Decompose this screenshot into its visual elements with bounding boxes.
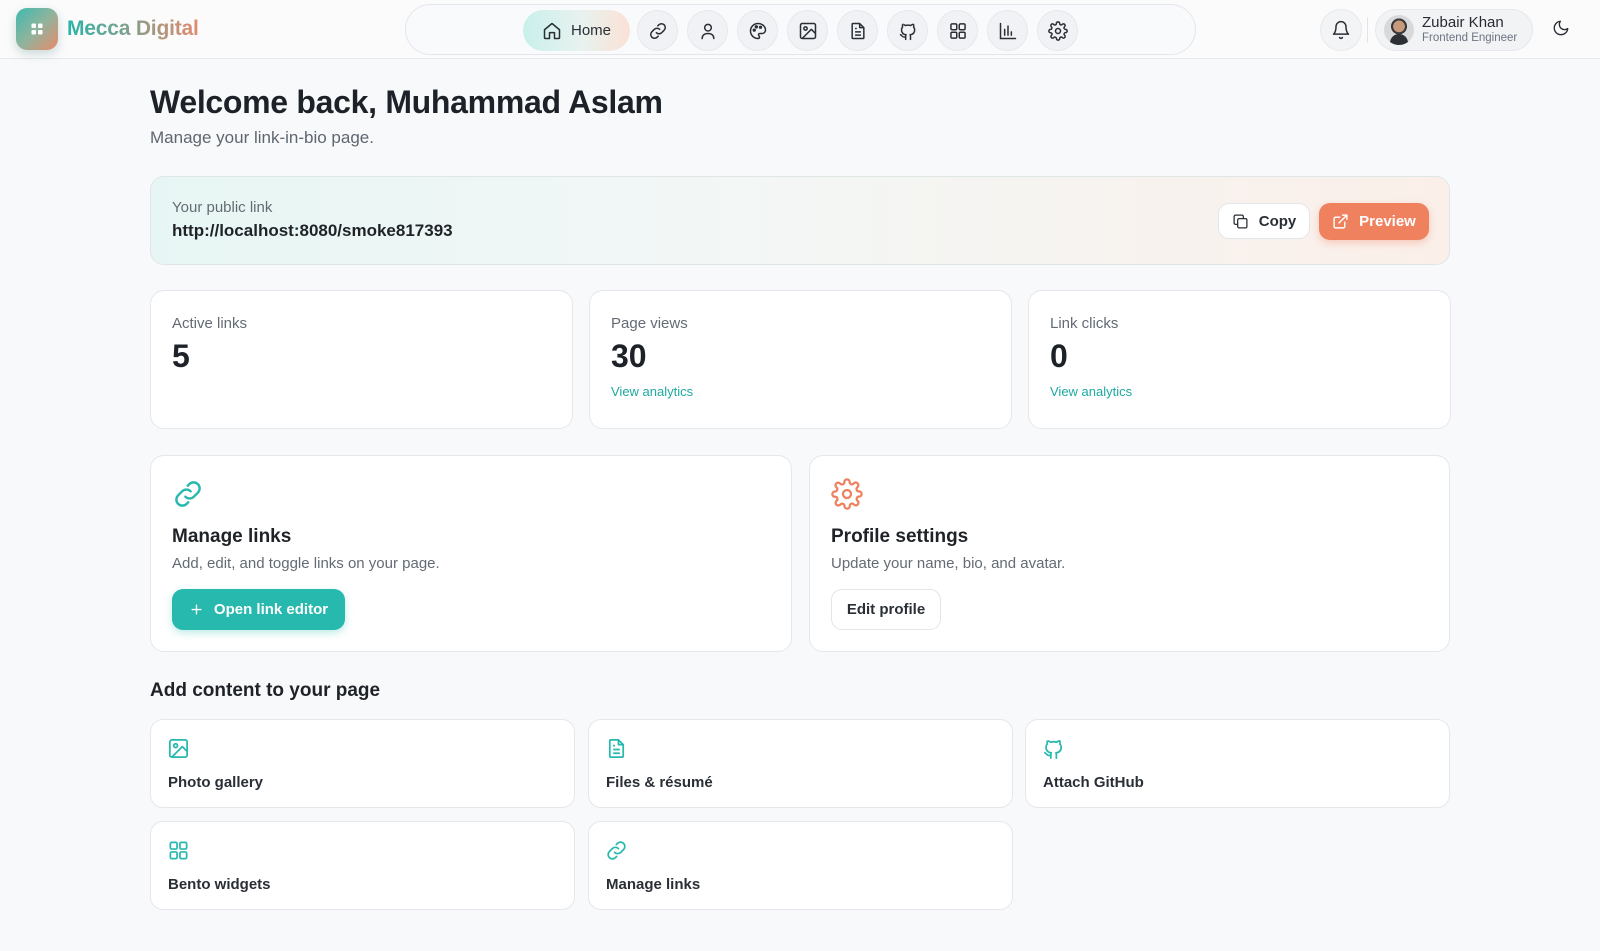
github-icon — [899, 23, 915, 40]
open-link-editor-button[interactable]: Open link editor — [172, 589, 345, 630]
button-label: Open link editor — [213, 601, 329, 618]
user-info: Zubair Khan Frontend Engineer — [1422, 15, 1517, 45]
section-title: Add content to your page — [150, 680, 381, 701]
nav-appearance[interactable] — [737, 10, 778, 51]
moon-icon — [1553, 20, 1569, 36]
nav-settings[interactable] — [1037, 10, 1078, 51]
external-link-icon — [1333, 214, 1348, 229]
stat-value: 0 — [1050, 338, 1068, 374]
grid-logo-icon — [31, 23, 43, 35]
tile-label: Bento widgets — [168, 876, 271, 893]
grid-icon — [167, 839, 190, 862]
app-logo — [16, 8, 58, 50]
copy-button[interactable]: Copy — [1218, 203, 1310, 239]
file-icon — [850, 22, 865, 39]
public-link-card: Your public link http://localhost:8080/s… — [150, 176, 1450, 265]
avatar — [1384, 15, 1414, 45]
tile-bento-widgets[interactable]: Bento widgets — [150, 821, 575, 910]
view-analytics-link[interactable]: View analytics — [1050, 384, 1132, 399]
stat-label: Link clicks — [1050, 315, 1119, 332]
preview-button[interactable]: Preview — [1319, 203, 1429, 240]
nav-home-label: Home — [570, 22, 611, 39]
edit-profile-button[interactable]: Edit profile — [831, 589, 941, 630]
link-icon — [172, 478, 204, 510]
stat-value: 5 — [172, 338, 190, 374]
theme-toggle[interactable] — [1552, 19, 1570, 37]
tile-label: Attach GitHub — [1043, 774, 1144, 791]
stat-card-page-views: Page views 30 View analytics — [589, 290, 1012, 429]
gear-icon — [1047, 20, 1068, 41]
palette-icon — [749, 22, 766, 39]
card-description: Update your name, bio, and avatar. — [831, 555, 1066, 572]
public-link-label: Your public link — [172, 199, 273, 216]
tile-label: Photo gallery — [168, 774, 264, 791]
plus-icon — [191, 604, 202, 615]
tile-label: Manage links — [606, 876, 701, 893]
user-role: Frontend Engineer — [1422, 32, 1518, 44]
manage-links-card: Manage links Add, edit, and toggle links… — [150, 455, 792, 652]
nav-analytics[interactable] — [987, 10, 1028, 51]
profile-settings-card: Profile settings Update your name, bio, … — [809, 455, 1450, 652]
user-icon — [700, 23, 715, 39]
stat-label: Page views — [611, 315, 688, 332]
public-link-url[interactable]: http://localhost:8080/smoke817393 — [172, 221, 453, 241]
stat-value: 30 — [611, 338, 647, 374]
image-icon — [799, 22, 816, 39]
card-title: Manage links — [172, 526, 292, 547]
top-bar: Mecca Digital Home Zubair Khan Frontend … — [0, 0, 1600, 59]
preview-label: Preview — [1359, 213, 1416, 230]
nav-files[interactable] — [837, 10, 878, 51]
nav-home[interactable]: Home — [523, 10, 630, 51]
nav-gallery[interactable] — [787, 10, 828, 51]
tile-files-resume[interactable]: Files & résumé — [588, 719, 1013, 808]
home-icon — [543, 22, 561, 39]
page-subtitle: Manage your link-in-bio page. — [150, 128, 374, 147]
view-analytics-link[interactable]: View analytics — [611, 384, 693, 399]
tile-attach-github[interactable]: Attach GitHub — [1025, 719, 1450, 808]
grid-icon — [949, 22, 966, 39]
brand-name: Mecca Digital — [67, 17, 199, 40]
brand[interactable]: Mecca Digital — [16, 8, 199, 50]
main-nav: Home — [405, 4, 1196, 55]
nav-profile[interactable] — [687, 10, 728, 51]
image-icon — [167, 737, 190, 760]
topbar-divider — [1367, 17, 1368, 43]
stat-label: Active links — [172, 315, 248, 332]
nav-github[interactable] — [887, 10, 928, 51]
card-title: Profile settings — [831, 526, 969, 547]
page-title: Welcome back, Muhammad Aslam — [150, 84, 663, 120]
bell-icon — [1332, 20, 1350, 40]
gear-icon — [831, 478, 863, 510]
tile-manage-links[interactable]: Manage links — [588, 821, 1013, 910]
tile-label: Files & résumé — [606, 774, 713, 791]
copy-icon — [1233, 213, 1248, 229]
github-icon — [1042, 737, 1065, 760]
notifications-button[interactable] — [1320, 9, 1362, 51]
chart-icon — [999, 22, 1016, 39]
user-menu[interactable]: Zubair Khan Frontend Engineer — [1375, 9, 1533, 51]
link-icon — [605, 839, 628, 862]
nav-widgets[interactable] — [937, 10, 978, 51]
copy-label: Copy — [1258, 212, 1297, 230]
stat-card-active-links: Active links 5 — [150, 290, 573, 429]
stat-card-link-clicks: Link clicks 0 View analytics — [1028, 290, 1451, 429]
tile-photo-gallery[interactable]: Photo gallery — [150, 719, 575, 808]
link-icon — [649, 22, 666, 39]
user-name: Zubair Khan — [1422, 14, 1504, 31]
nav-links[interactable] — [637, 10, 678, 51]
file-icon — [605, 737, 628, 760]
card-description: Add, edit, and toggle links on your page… — [172, 555, 440, 572]
